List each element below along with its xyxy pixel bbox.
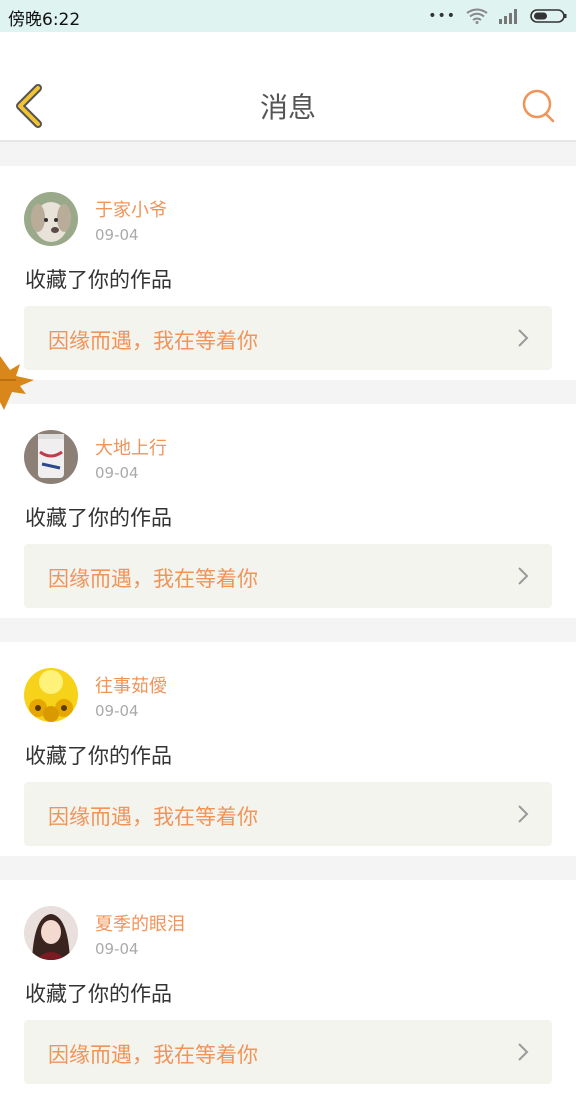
username[interactable]: 夏季的眼泪 (95, 910, 185, 936)
message-date: 09-04 (95, 464, 139, 482)
work-link[interactable]: 因缘而遇，我在等着你 (24, 1020, 552, 1084)
signal-icon (499, 9, 517, 24)
message-date: 09-04 (95, 226, 139, 244)
list-divider (0, 618, 576, 642)
list-divider (0, 380, 576, 404)
message-action-text: 收藏了你的作品 (25, 268, 172, 292)
message-card: 夏季的眼泪 09-04 收藏了你的作品 因缘而遇，我在等着你 (0, 880, 576, 1094)
status-icons: ••• (428, 6, 568, 26)
page-title: 消息 (259, 91, 316, 124)
message-date: 09-04 (95, 940, 139, 958)
message-list[interactable]: 于家小爷 09-04 收藏了你的作品 因缘而遇，我在等着你 大地上行 09-04… (0, 142, 576, 1094)
status-bar: 傍晚6:22 ••• (0, 0, 576, 32)
avatar[interactable] (24, 906, 78, 960)
message-action-text: 收藏了你的作品 (25, 744, 172, 768)
wifi-icon (466, 8, 488, 24)
avatar[interactable] (24, 430, 78, 484)
maple-leaf-icon (0, 356, 34, 410)
message-card: 往事茹僾 09-04 收藏了你的作品 因缘而遇，我在等着你 (0, 642, 576, 856)
chevron-right-icon (518, 805, 529, 823)
work-title: 因缘而遇，我在等着你 (48, 1043, 258, 1067)
list-divider (0, 856, 576, 880)
search-button[interactable] (520, 88, 556, 124)
chevron-right-icon (518, 329, 529, 347)
list-divider (0, 142, 576, 166)
work-title: 因缘而遇，我在等着你 (48, 805, 258, 829)
battery-icon (530, 9, 567, 23)
more-dots-icon: ••• (428, 8, 456, 24)
work-title: 因缘而遇，我在等着你 (48, 329, 258, 353)
username[interactable]: 大地上行 (95, 434, 167, 460)
status-time: 傍晚6:22 (8, 10, 81, 30)
message-action-text: 收藏了你的作品 (25, 506, 172, 530)
avatar[interactable] (24, 668, 78, 722)
work-link[interactable]: 因缘而遇，我在等着你 (24, 782, 552, 846)
username[interactable]: 往事茹僾 (95, 672, 167, 698)
search-icon (522, 89, 555, 123)
message-card: 大地上行 09-04 收藏了你的作品 因缘而遇，我在等着你 (0, 404, 576, 618)
chevron-right-icon (518, 1043, 529, 1061)
work-link[interactable]: 因缘而遇，我在等着你 (24, 544, 552, 608)
message-action-text: 收藏了你的作品 (25, 982, 172, 1006)
work-title: 因缘而遇，我在等着你 (48, 567, 258, 591)
work-link[interactable]: 因缘而遇，我在等着你 (24, 306, 552, 370)
message-card: 于家小爷 09-04 收藏了你的作品 因缘而遇，我在等着你 (0, 166, 576, 380)
chevron-right-icon (518, 567, 529, 585)
avatar[interactable] (24, 192, 78, 246)
header-bar: 消息 (0, 32, 576, 142)
message-date: 09-04 (95, 702, 139, 720)
username[interactable]: 于家小爷 (95, 196, 167, 222)
